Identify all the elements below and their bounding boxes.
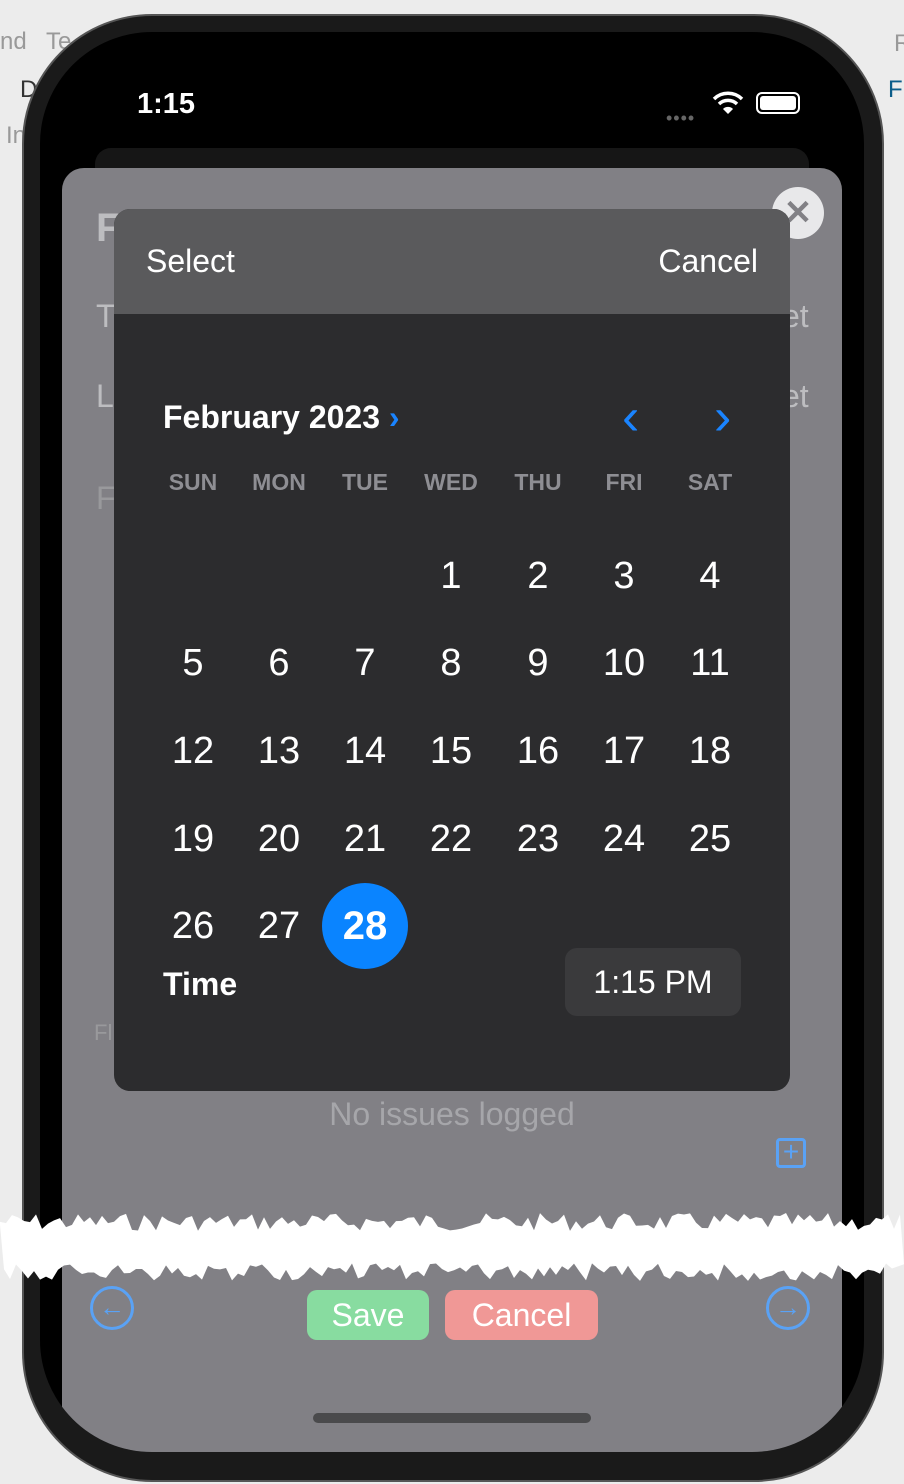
weekday-label: SAT xyxy=(687,469,733,495)
day-cell[interactable]: 17 xyxy=(581,708,667,794)
bg-text: R xyxy=(894,30,904,57)
weekday-label: THU xyxy=(514,469,562,495)
empty-state-text: No issues logged xyxy=(329,1096,575,1132)
day-cell[interactable]: 4 xyxy=(667,533,753,619)
time-field[interactable]: 1:15 PM xyxy=(565,948,741,1016)
prev-month-icon[interactable]: ‹ xyxy=(622,387,639,447)
day-cell[interactable]: 13 xyxy=(236,708,322,794)
weekday-label: WED xyxy=(424,469,478,495)
day-cell[interactable]: 2 xyxy=(495,533,581,619)
select-button[interactable]: Select xyxy=(146,243,235,280)
date-picker-popup: Select Cancel February 2023 › ‹ › SUN MON… xyxy=(114,209,790,1091)
field-label: T xyxy=(96,298,116,334)
signal-icon: •••• xyxy=(666,108,696,128)
day-cell[interactable]: 11 xyxy=(667,620,753,706)
day-cell[interactable]: 24 xyxy=(581,796,667,882)
day-cell[interactable]: 15 xyxy=(408,708,494,794)
day-cell[interactable]: 22 xyxy=(408,796,494,882)
day-cell[interactable]: 3 xyxy=(581,533,667,619)
field-label: Fl xyxy=(94,1020,113,1045)
month-title: February 2023 xyxy=(163,399,381,435)
day-cell[interactable]: 14 xyxy=(322,708,408,794)
weekday-label: MON xyxy=(252,469,306,495)
selected-day[interactable]: 28 xyxy=(322,883,408,969)
day-cell[interactable]: 7 xyxy=(322,620,408,706)
day-cell[interactable]: 8 xyxy=(408,620,494,706)
bg-text: F xyxy=(888,76,903,103)
picker-cancel-button[interactable]: Cancel xyxy=(658,243,758,280)
day-cell[interactable]: 23 xyxy=(495,796,581,882)
day-cell[interactable]: 26 xyxy=(150,883,236,969)
day-cell[interactable]: 16 xyxy=(495,708,581,794)
home-indicator xyxy=(313,1413,591,1423)
weekday-label: FRI xyxy=(605,469,643,495)
day-cell[interactable]: 10 xyxy=(581,620,667,706)
day-cell[interactable]: 27 xyxy=(236,883,322,969)
field-label: F xyxy=(96,480,116,516)
month-year-button[interactable]: February 2023 › xyxy=(163,399,400,436)
wifi-icon xyxy=(712,90,744,121)
add-issue-icon[interactable]: + xyxy=(776,1138,806,1168)
day-cell[interactable]: 12 xyxy=(150,708,236,794)
bg-breadcrumb: nd xyxy=(0,28,27,55)
day-cell[interactable]: 5 xyxy=(150,620,236,706)
picker-header: Select Cancel xyxy=(114,209,790,314)
day-cell[interactable]: 9 xyxy=(495,620,581,706)
torn-edge xyxy=(0,1213,904,1281)
day-cell[interactable]: 21 xyxy=(322,796,408,882)
day-cell[interactable]: 19 xyxy=(150,796,236,882)
save-button[interactable]: Save xyxy=(307,1290,429,1340)
cancel-button[interactable]: Cancel xyxy=(445,1290,598,1340)
field-label: L xyxy=(96,378,114,414)
status-time: 1:15 xyxy=(137,88,196,120)
day-cell[interactable]: 6 xyxy=(236,620,322,706)
day-cell[interactable]: 18 xyxy=(667,708,753,794)
chevron-right-icon: › xyxy=(388,399,400,435)
day-cell[interactable]: 1 xyxy=(408,533,494,619)
weekday-label: SUN xyxy=(168,469,218,495)
battery-icon xyxy=(756,92,800,114)
back-arrow-icon[interactable]: ← xyxy=(90,1286,134,1330)
day-cell[interactable]: 25 xyxy=(667,796,753,882)
forward-arrow-icon[interactable]: → xyxy=(766,1286,810,1330)
time-label: Time xyxy=(163,966,238,1002)
weekday-label: TUE xyxy=(342,469,388,495)
day-cell[interactable]: 20 xyxy=(236,796,322,882)
next-month-icon[interactable]: › xyxy=(714,387,731,447)
